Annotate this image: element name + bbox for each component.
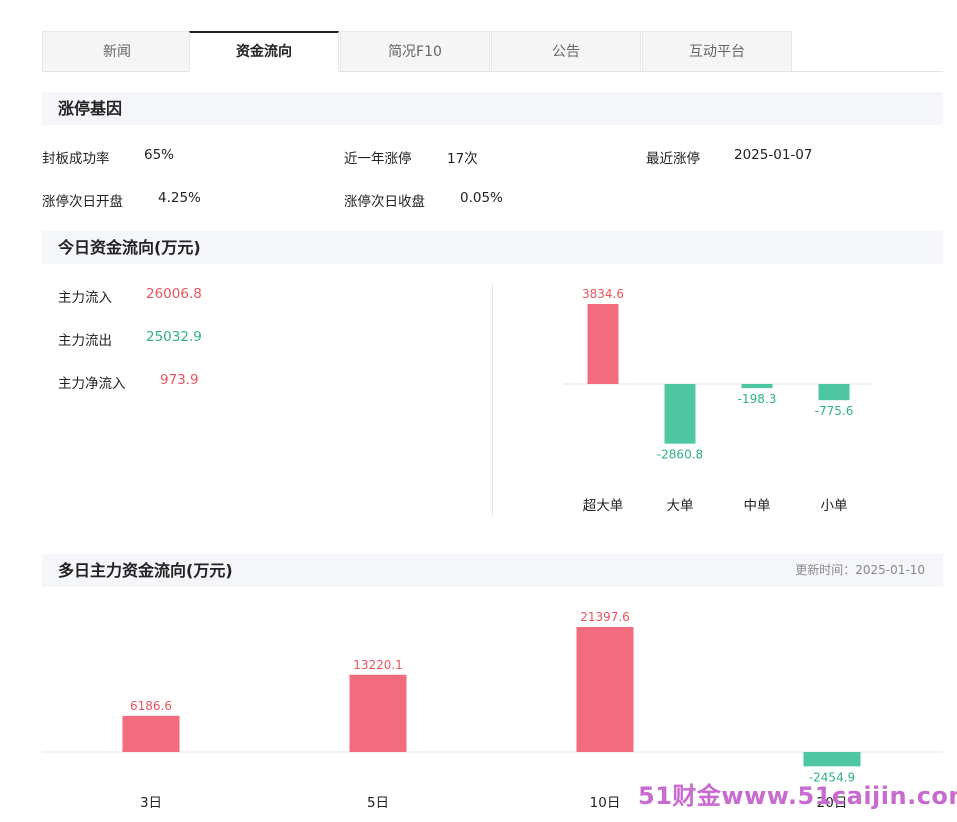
bar: [664, 384, 696, 444]
data-label: 21397.6: [580, 610, 630, 624]
next-day-open-label: 涨停次日开盘: [42, 194, 123, 210]
latest-limit-up-label: 最近涨停: [646, 151, 700, 167]
category-label: 5日: [367, 795, 389, 811]
main-inflow-label: 主力流入: [58, 290, 112, 306]
category-label: 小单: [821, 498, 848, 514]
year-limit-up-label: 近一年涨停: [344, 151, 412, 167]
update-time: 更新时间：2025-01-10: [795, 563, 925, 577]
category-label: 大单: [667, 498, 694, 514]
today-flow-title: 今日资金流向(万元): [58, 238, 201, 257]
limit-up-section-header: 涨停基因: [42, 92, 943, 125]
multi-day-section-header: 多日主力资金流向(万元) 更新时间：2025-01-10: [42, 554, 943, 587]
bar: [576, 627, 634, 752]
main-outflow-label: 主力流出: [58, 333, 112, 349]
tab-interaction-platform[interactable]: 互动平台: [642, 31, 792, 71]
tab-profile-f10[interactable]: 简况F10: [340, 31, 490, 71]
main-inflow-value: 26006.8: [146, 286, 202, 302]
data-label: -2860.8: [657, 448, 703, 462]
bar: [818, 384, 850, 401]
category-label: 3日: [140, 795, 162, 811]
bar: [587, 304, 619, 384]
data-label: -775.6: [815, 404, 854, 418]
main-net-inflow-label: 主力净流入: [58, 376, 126, 392]
watermark: 51财金www.51caijin.com: [638, 782, 957, 810]
bar: [803, 752, 861, 767]
category-label: 10日: [590, 795, 621, 811]
limit-up-title: 涨停基因: [58, 99, 123, 118]
data-label: 3834.6: [582, 287, 624, 301]
bar: [122, 715, 180, 752]
next-day-close-label: 涨停次日收盘: [344, 194, 425, 210]
data-label: 6186.6: [130, 699, 172, 713]
category-label: 中单: [744, 498, 771, 514]
vertical-divider: [492, 284, 493, 516]
tab-bar: 新闻 资金流向 简况F10 公告 互动平台: [42, 31, 943, 72]
main-net-inflow-value: 973.9: [160, 372, 199, 388]
today-flow-section-header: 今日资金流向(万元): [42, 231, 943, 264]
bar: [349, 674, 407, 752]
data-label: 13220.1: [353, 658, 403, 672]
today-flow-chart: 3834.6 超大单 -2860.8 大单 -198.3 中单 -775.6 小单: [563, 287, 873, 514]
latest-limit-up-value: 2025-01-07: [734, 147, 813, 163]
multi-day-title: 多日主力资金流向(万元): [58, 561, 233, 580]
category-label: 超大单: [583, 498, 624, 514]
bar: [741, 384, 773, 389]
tab-fund-flow[interactable]: 资金流向: [189, 31, 339, 72]
tab-news[interactable]: 新闻: [42, 31, 192, 71]
main-outflow-value: 25032.9: [146, 329, 202, 345]
seal-rate-label: 封板成功率: [42, 151, 110, 167]
seal-rate-value: 65%: [144, 147, 175, 163]
year-limit-up-value: 17次: [447, 151, 478, 167]
next-day-open-value: 4.25%: [158, 190, 201, 206]
next-day-close-value: 0.05%: [460, 190, 503, 206]
tab-announcements[interactable]: 公告: [491, 31, 641, 71]
data-label: -198.3: [738, 392, 777, 406]
